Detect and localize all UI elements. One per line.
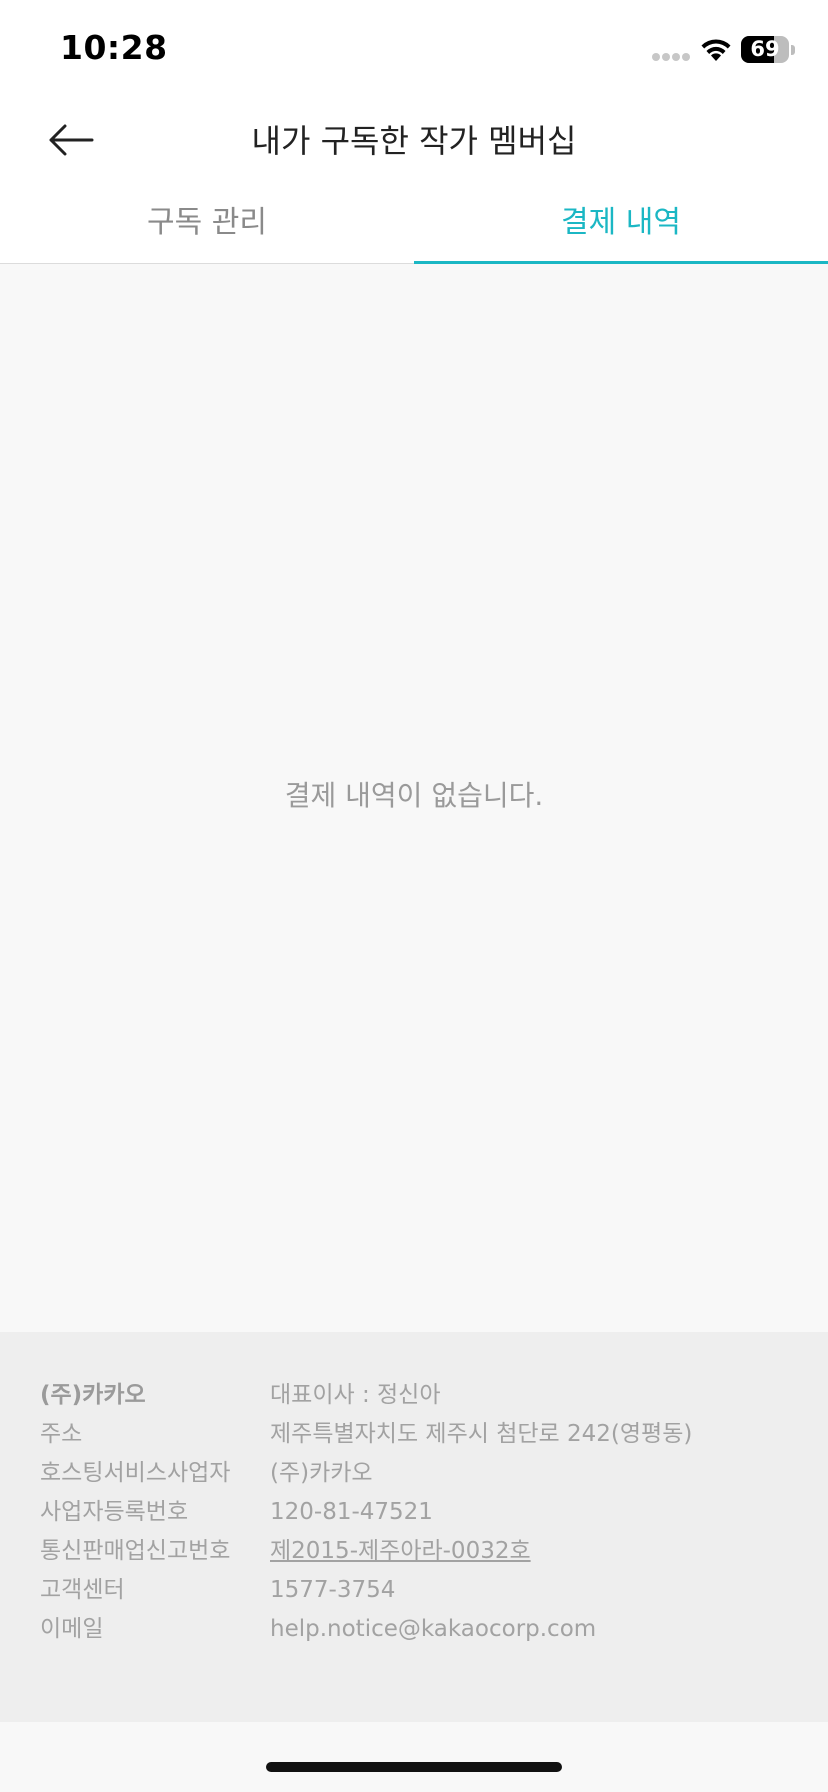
footer-value: 제주특별자치도 제주시 첨단로 242(영평동) (270, 1421, 693, 1447)
footer-value: 1577-3754 (270, 1577, 396, 1603)
footer-label: 사업자등록번호 (40, 1499, 189, 1525)
status-bar: 10:28 69 (0, 0, 828, 100)
cellular-signal-icon (652, 53, 690, 61)
footer-label: 통신판매업신고번호 (40, 1538, 231, 1564)
wifi-icon (701, 39, 731, 61)
footer-value: (주)카카오 (270, 1460, 373, 1486)
footer-company-name: (주)카카오 (40, 1382, 146, 1408)
footer-ceo: 대표이사 : 정신아 (270, 1382, 441, 1408)
footer-value: help.notice@kakaocorp.com (270, 1616, 597, 1642)
battery-percent: 69 (750, 37, 780, 61)
home-indicator (266, 1762, 562, 1772)
battery-cap (791, 45, 795, 55)
footer-label: 주소 (40, 1421, 83, 1447)
tab-bar: 구독 관리 결제 내역 (0, 182, 828, 264)
ecommerce-registration-link[interactable]: 제2015-제주아라-0032호 (270, 1532, 531, 1570)
empty-state-message: 결제 내역이 없습니다. (284, 779, 544, 812)
back-button[interactable] (36, 112, 106, 168)
app-header: 내가 구독한 작가 멤버십 (0, 100, 828, 182)
battery-icon: 69 (741, 36, 789, 63)
arrow-left-icon (49, 124, 94, 156)
page-title: 내가 구독한 작가 멤버십 (251, 122, 577, 160)
footer-value: 120-81-47521 (270, 1499, 433, 1525)
payment-history-panel: 결제 내역이 없습니다. (0, 264, 828, 1332)
footer-label: 호스팅서비스사업자 (40, 1460, 231, 1486)
tab-payment-history[interactable]: 결제 내역 (414, 182, 828, 264)
footer-label: 고객센터 (40, 1577, 125, 1603)
tab-subscription-management[interactable]: 구독 관리 (0, 182, 414, 264)
footer-label: 이메일 (40, 1616, 104, 1642)
status-time: 10:28 (60, 28, 168, 67)
company-footer: (주)카카오 대표이사 : 정신아 주소 제주특별자치도 제주시 첨단로 242… (0, 1332, 828, 1722)
